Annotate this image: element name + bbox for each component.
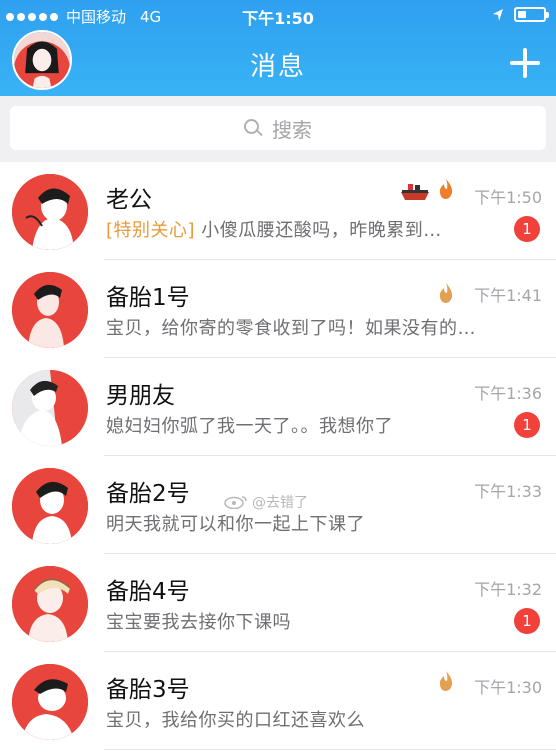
contact-name: 备胎1号 <box>106 285 190 311</box>
message-time: 下午1:32 <box>474 580 542 599</box>
conversation-item[interactable]: 备胎1号 下午1:41 宝贝，给你寄的零食收到了吗！如果没有的… <box>0 260 556 358</box>
message-time: 下午1:36 <box>474 384 542 403</box>
status-bar: 中国移动 4G 下午1:50 <box>0 0 556 30</box>
conversation-item[interactable]: 备胎3号 下午1:30 宝贝，我给你买的口红还喜欢么 <box>0 652 556 750</box>
special-care-tag: [特别关心] <box>106 220 196 241</box>
watermark: @去错了 <box>224 492 308 512</box>
message-time: 下午1:50 <box>474 188 542 207</box>
avatar <box>12 664 88 740</box>
message-preview: 宝宝要我去接你下课吗 <box>106 612 291 633</box>
contact-name: 老公 <box>106 187 152 213</box>
message-time: 下午1:41 <box>474 286 542 305</box>
message-preview: 明天我就可以和你一起上下课了 <box>106 514 365 535</box>
unread-badge: 1 <box>514 216 540 242</box>
conversation-item[interactable]: 老公 下午1:50 [特别关心] 小傻瓜腰还酸吗，昨晚累到… 1 <box>0 162 556 260</box>
page-title: 消息 <box>249 52 306 82</box>
search-placeholder: 搜索 <box>272 117 312 142</box>
avatar <box>12 272 88 348</box>
unread-badge: 1 <box>514 608 540 634</box>
weibo-icon <box>224 496 247 509</box>
flame-icon <box>439 283 453 303</box>
add-icon[interactable] <box>510 48 540 78</box>
avatar <box>12 566 88 642</box>
contact-name: 备胎4号 <box>106 579 190 605</box>
watermark-text: @去错了 <box>252 495 308 511</box>
avatar <box>12 174 88 250</box>
message-preview: 媳妇妇你弧了我一天了。。我想你了 <box>106 416 393 437</box>
message-preview: 宝贝，我给你买的口红还喜欢么 <box>106 710 365 731</box>
conversation-list: 老公 下午1:50 [特别关心] 小傻瓜腰还酸吗，昨晚累到… 1 备胎1号 下午… <box>0 162 556 752</box>
contact-name: 备胎3号 <box>106 677 190 703</box>
conversation-item[interactable]: 备胎4号 下午1:32 宝宝要我去接你下课吗 1 <box>0 554 556 652</box>
avatar <box>12 468 88 544</box>
search-input[interactable]: 搜索 <box>10 106 546 150</box>
flame-icon <box>439 671 453 691</box>
contact-name: 男朋友 <box>106 383 175 409</box>
message-time: 下午1:33 <box>474 482 542 501</box>
ship-icon <box>401 184 429 200</box>
message-preview: 宝贝，给你寄的零食收到了吗！如果没有的… <box>106 318 476 339</box>
search-icon <box>244 119 262 137</box>
contact-name: 备胎2号 <box>106 481 190 507</box>
avatar <box>12 370 88 446</box>
message-time: 下午1:30 <box>474 678 542 697</box>
search-area: 搜索 <box>0 96 556 162</box>
unread-badge: 1 <box>514 412 540 438</box>
conversation-item[interactable]: 男朋友 下午1:36 媳妇妇你弧了我一天了。。我想你了 1 <box>0 358 556 456</box>
status-time: 下午1:50 <box>242 9 314 28</box>
location-icon <box>493 8 503 21</box>
header: 中国移动 4G 下午1:50 消息 <box>0 0 556 96</box>
message-preview: [特别关心] 小傻瓜腰还酸吗，昨晚累到… <box>106 220 442 241</box>
flame-icon <box>439 179 453 199</box>
battery-icon <box>514 7 549 22</box>
